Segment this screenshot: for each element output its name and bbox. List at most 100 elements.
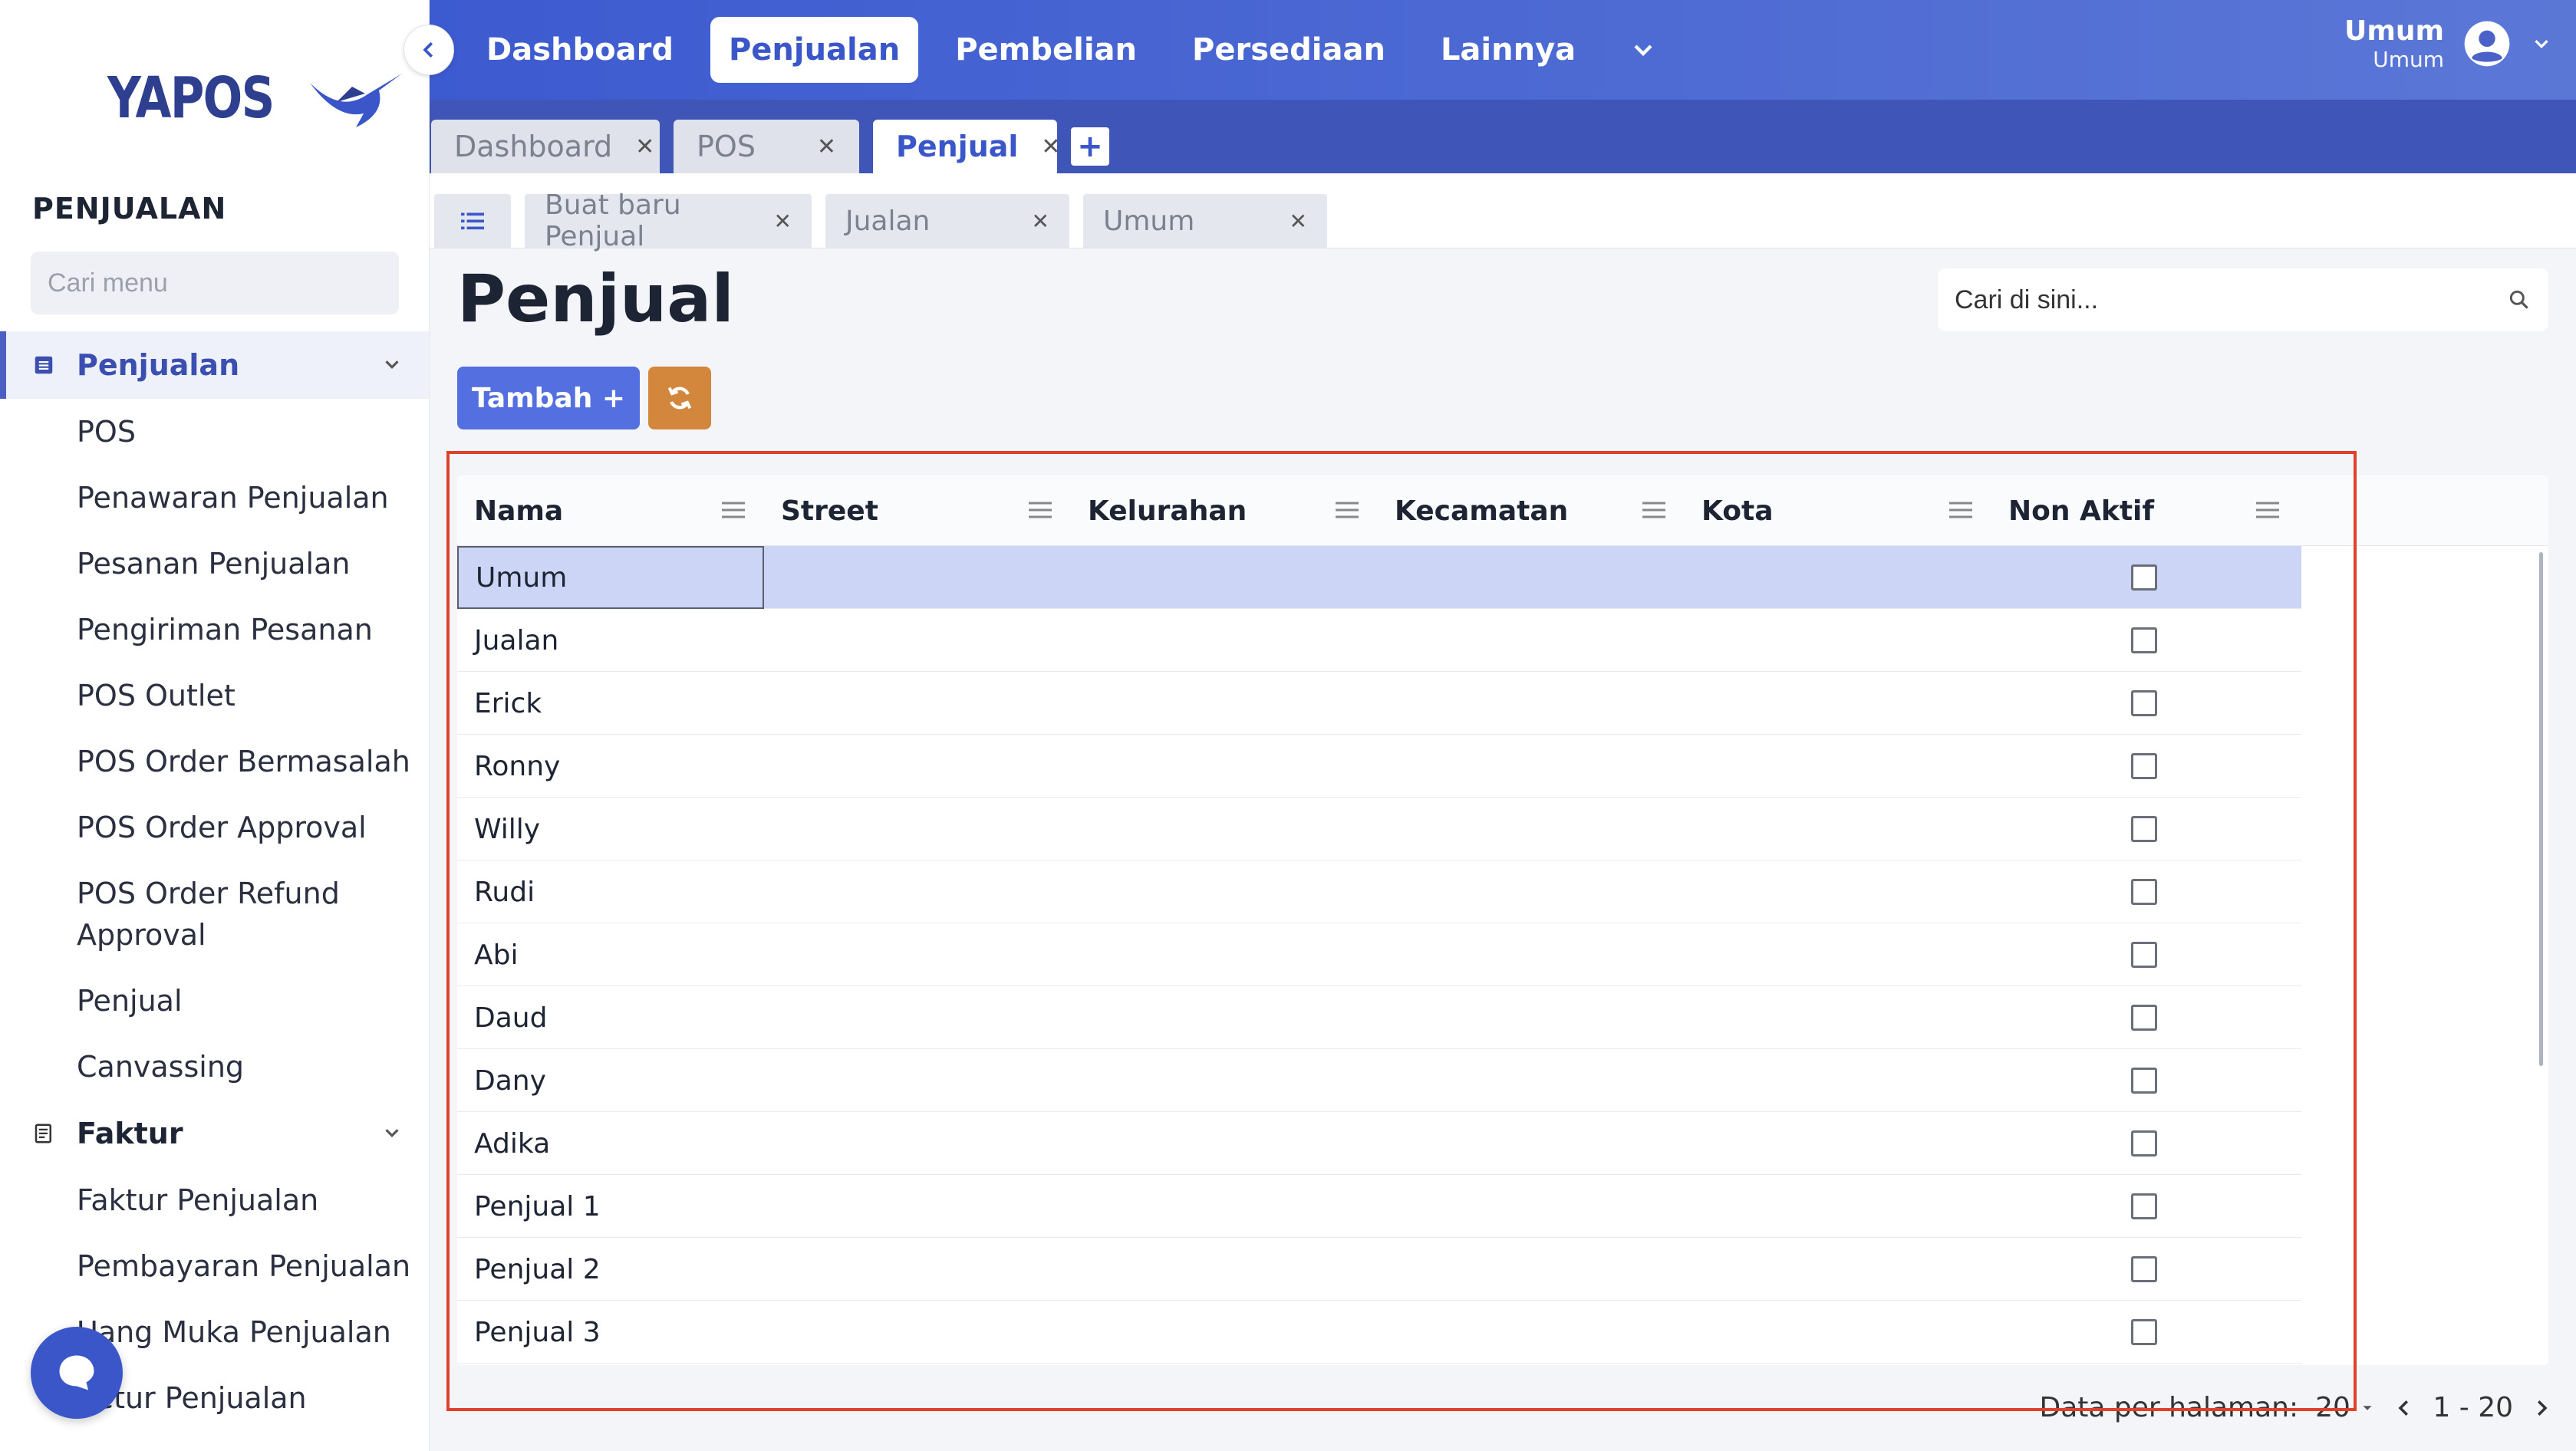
tab-pos[interactable]: POS ✕ [674,120,859,173]
non-aktif-checkbox[interactable] [2131,1193,2157,1219]
sidebar-item-faktur-penjualan[interactable]: Faktur Penjualan [0,1167,429,1233]
table-row[interactable]: Erick [457,672,2301,735]
sidebar-item-pos-order-bermasalah[interactable]: POS Order Bermasalah [0,729,429,795]
collapse-sidebar-button[interactable] [404,25,454,75]
column-header-kecamatan[interactable]: Kecamatan [1378,475,1685,546]
non-aktif-checkbox[interactable] [2131,879,2157,905]
non-aktif-checkbox[interactable] [2131,564,2157,591]
sidebar-item-pos-order-approval[interactable]: POS Order Approval [0,795,429,860]
column-menu-icon[interactable] [720,498,747,522]
table-row[interactable]: Umum [457,546,2301,609]
column-menu-icon[interactable] [2254,498,2281,522]
table-row[interactable]: Dany [457,1049,2301,1112]
column-menu-icon[interactable] [1333,498,1361,522]
content-search[interactable] [1938,268,2548,331]
sidebar-item-pos-order-refund-approval[interactable]: POS Order Refund Approval [0,860,429,968]
content-search-input[interactable] [1955,285,2507,315]
cell-nama[interactable]: Umum [457,546,764,609]
app-logo[interactable]: YAPOS [107,60,410,137]
subtab-list-toggle[interactable] [434,194,511,248]
close-icon[interactable]: ✕ [1290,209,1307,234]
column-header-street[interactable]: Street [764,475,1071,546]
cell-nama[interactable]: Penjual 3 [457,1301,764,1364]
sidebar-item-pos-outlet[interactable]: POS Outlet [0,663,429,729]
non-aktif-checkbox[interactable] [2131,627,2157,653]
cell-nama[interactable]: Jualan [457,609,764,672]
avatar-icon[interactable] [2462,19,2512,68]
tab-penjual[interactable]: Penjual ✕ [873,120,1061,173]
chevron-right-icon[interactable] [2530,1397,2553,1420]
column-menu-icon[interactable] [1026,498,1054,522]
cell-nama[interactable]: Adika [457,1112,764,1175]
table-row[interactable]: Rudi [457,860,2301,923]
cell-nama[interactable]: Ronny [457,735,764,798]
table-row[interactable]: Willy [457,798,2301,860]
non-aktif-checkbox[interactable] [2131,942,2157,968]
non-aktif-checkbox[interactable] [2131,690,2157,716]
sidebar-item-pembayaran-penjualan[interactable]: Pembayaran Penjualan [0,1233,429,1299]
close-icon[interactable]: ✕ [1041,133,1060,160]
vertical-scrollbar[interactable] [2539,552,2543,1066]
cell-nama[interactable]: Abi [457,923,764,986]
cell-nama[interactable]: Penjual 1 [457,1175,764,1238]
cell-nama[interactable]: Willy [457,798,764,860]
refresh-button[interactable] [648,367,711,429]
sidebar-item-penawaran-penjualan[interactable]: Penawaran Penjualan [0,465,429,531]
table-row[interactable]: Penjual 2 [457,1238,2301,1301]
nav-dashboard[interactable]: Dashboard [468,17,692,83]
column-header-non-aktif[interactable]: Non Aktif [1991,475,2298,546]
non-aktif-checkbox[interactable] [2131,816,2157,842]
column-header-kelurahan[interactable]: Kelurahan [1071,475,1378,546]
sidebar-item-pos[interactable]: POS [0,399,429,465]
chevron-down-icon[interactable] [1628,35,1659,65]
sidebar-group-faktur[interactable]: Faktur [0,1100,429,1167]
subtab-jualan[interactable]: Jualan ✕ [825,194,1069,248]
nav-penjualan[interactable]: Penjualan [710,17,919,83]
tab-dashboard[interactable]: Dashboard ✕ [431,120,660,173]
table-row[interactable]: Abi [457,923,2301,986]
table-row[interactable]: Penjual 3 [457,1301,2301,1364]
non-aktif-checkbox[interactable] [2131,1319,2157,1345]
table-row[interactable]: Adika [457,1112,2301,1175]
close-icon[interactable]: ✕ [817,133,836,160]
table-row[interactable]: Penjual 1 [457,1175,2301,1238]
nav-pembelian[interactable]: Pembelian [937,17,1155,83]
cell-nama[interactable]: Dany [457,1049,764,1112]
add-button[interactable]: Tambah + [457,367,640,429]
cell-nama[interactable]: Penjual 2 [457,1238,764,1301]
non-aktif-checkbox[interactable] [2131,1256,2157,1282]
user-menu[interactable]: Umum Umum [2344,15,2553,72]
column-menu-icon[interactable] [1640,498,1668,522]
sidebar-search-input[interactable] [48,268,387,298]
chevron-down-icon[interactable] [2530,32,2553,55]
column-menu-icon[interactable] [1947,498,1975,522]
subtab-umum[interactable]: Umum ✕ [1083,194,1327,248]
table-row[interactable]: Daud [457,986,2301,1049]
chat-button[interactable] [31,1327,123,1419]
sidebar-search[interactable] [31,252,399,314]
sidebar-item-pengiriman-pesanan[interactable]: Pengiriman Pesanan [0,597,429,663]
sidebar-group-penjualan[interactable]: Penjualan [0,331,429,399]
column-header-nama[interactable]: Nama [457,475,764,546]
table-row[interactable]: Ronny [457,735,2301,798]
cell-nama[interactable]: Daud [457,986,764,1049]
column-header-kota[interactable]: Kota [1685,475,1991,546]
chevron-left-icon[interactable] [2393,1397,2416,1420]
table-row[interactable]: Jualan [457,609,2301,672]
close-icon[interactable]: ✕ [774,209,792,234]
non-aktif-checkbox[interactable] [2131,1068,2157,1094]
nav-lainnya[interactable]: Lainnya [1422,17,1594,83]
sidebar-item-penjual[interactable]: Penjual [0,968,429,1034]
close-icon[interactable]: ✕ [1032,209,1049,234]
nav-persediaan[interactable]: Persediaan [1174,17,1404,83]
cell-nama[interactable]: Erick [457,672,764,735]
subtab-buat-baru-penjual[interactable]: Buat baru Penjual ✕ [525,189,812,252]
sidebar-item-canvassing[interactable]: Canvassing [0,1034,429,1100]
non-aktif-checkbox[interactable] [2131,753,2157,779]
non-aktif-checkbox[interactable] [2131,1130,2157,1157]
per-page-select[interactable]: 20 [2315,1392,2376,1423]
close-icon[interactable]: ✕ [635,133,654,160]
non-aktif-checkbox[interactable] [2131,1005,2157,1031]
cell-nama[interactable]: Rudi [457,860,764,923]
sidebar-item-pesanan-penjualan[interactable]: Pesanan Penjualan [0,531,429,597]
